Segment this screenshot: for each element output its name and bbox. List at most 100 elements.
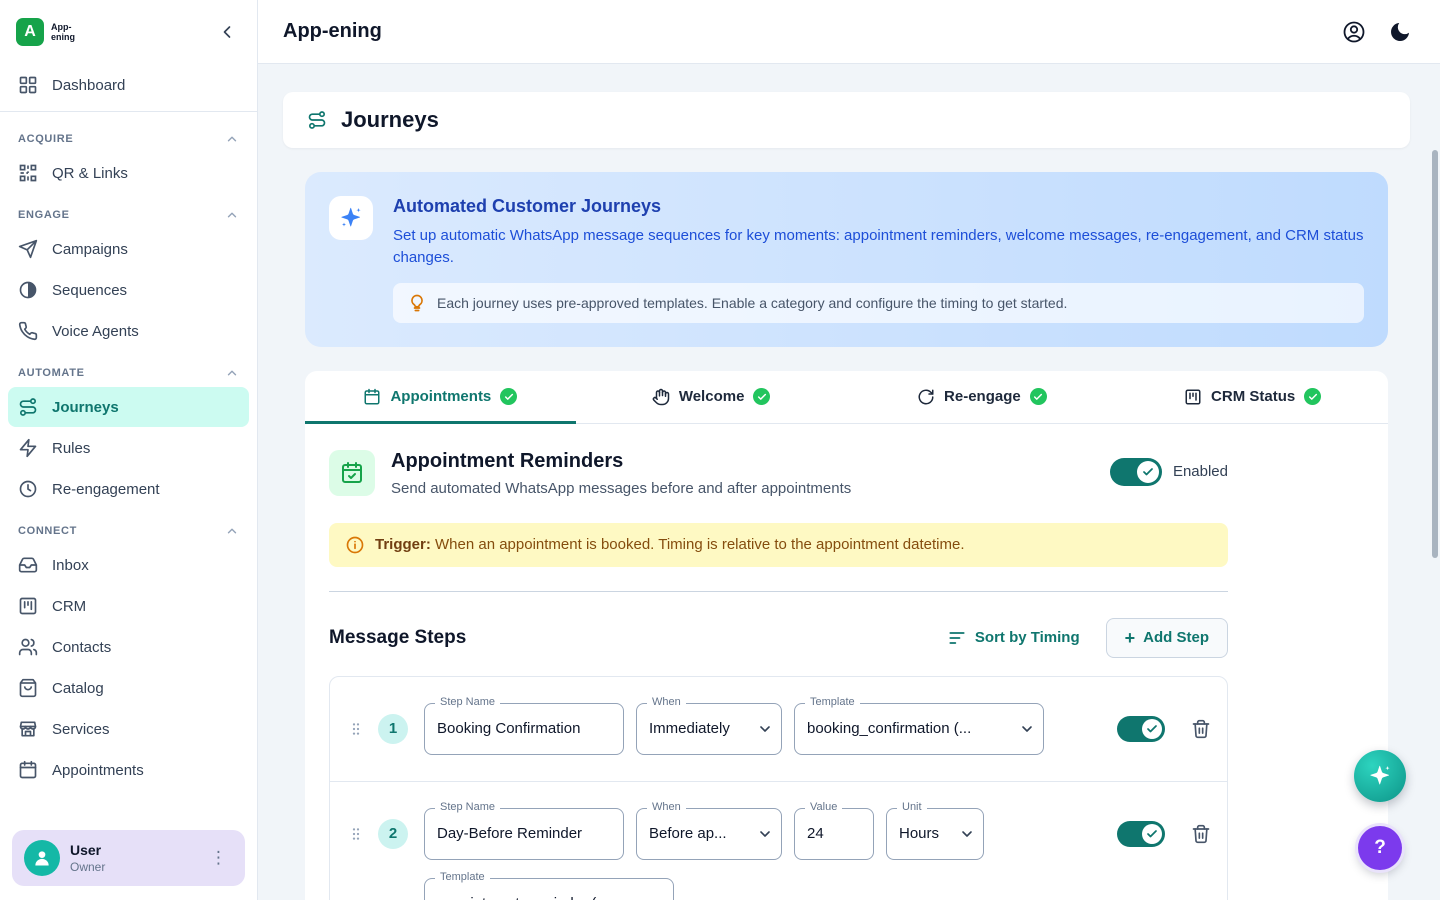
value-field[interactable]: Value [794, 808, 874, 860]
field-label: Value [805, 801, 842, 813]
banner-title: Automated Customer Journeys [393, 196, 1364, 217]
moon-icon [1388, 20, 1412, 44]
sort-by-timing-button[interactable]: Sort by Timing [947, 628, 1080, 648]
logo-text: App-ening [51, 22, 87, 43]
sidebar-section-automate[interactable]: AUTOMATE [0, 352, 257, 386]
tab-label: Welcome [679, 388, 745, 405]
tab-re-engage[interactable]: Re-engage [847, 371, 1118, 423]
sidebar-item-crm[interactable]: CRM [8, 586, 249, 626]
sidebar-item-voice-agents[interactable]: Voice Agents [8, 311, 249, 351]
tab-label: Re-engage [944, 388, 1021, 405]
when-select[interactable]: When Immediately [636, 703, 782, 755]
tab-welcome[interactable]: Welcome [576, 371, 847, 423]
unit-select[interactable]: Unit Hours [886, 808, 984, 860]
sidebar-item-sequences[interactable]: Sequences [8, 270, 249, 310]
sidebar-item-label: Inbox [52, 557, 89, 574]
trash-icon [1191, 824, 1211, 844]
section-label: ACQUIRE [18, 133, 73, 145]
when-value: Immediately [649, 720, 730, 737]
field-line: Template appointment_reminder (... [424, 878, 984, 900]
dark-mode-toggle[interactable] [1388, 20, 1412, 44]
enabled-check-badge [753, 388, 770, 405]
sidebar-item-catalog[interactable]: Catalog [8, 668, 249, 708]
add-step-button[interactable]: + Add Step [1106, 618, 1228, 658]
sidebar-item-contacts[interactable]: Contacts [8, 627, 249, 667]
route-icon [18, 397, 38, 417]
app-logo: A App-ening [16, 18, 87, 46]
step-name-input[interactable] [437, 720, 611, 737]
drag-handle[interactable] [348, 721, 364, 742]
user-role: Owner [70, 860, 194, 874]
drag-handle[interactable] [348, 826, 364, 847]
sidebar-item-re-engagement[interactable]: Re-engagement [8, 469, 249, 509]
account-circle-icon [1342, 20, 1366, 44]
sidebar-section-acquire[interactable]: ACQUIRE [0, 118, 257, 152]
sparkles-icon [1368, 764, 1392, 788]
refresh-icon [917, 388, 935, 406]
sidebar-section-connect[interactable]: CONNECT [0, 510, 257, 544]
template-select[interactable]: Template booking_confirmation (... [794, 703, 1044, 755]
step-name-field[interactable]: Step Name [424, 703, 624, 755]
step-enabled-toggle[interactable] [1117, 716, 1165, 742]
account-button[interactable] [1342, 20, 1366, 44]
template-select[interactable]: Template appointment_reminder (... [424, 878, 674, 900]
delete-step-button[interactable] [1191, 824, 1211, 844]
sidebar-divider [0, 111, 257, 112]
grip-icon [348, 826, 364, 842]
ai-assistant-fab[interactable] [1354, 750, 1406, 802]
delete-step-button[interactable] [1191, 719, 1211, 739]
sparkles-icon [339, 206, 363, 230]
inbox-icon [18, 555, 38, 575]
check-icon [1146, 828, 1158, 840]
field-label: Unit [897, 801, 927, 813]
sidebar-section-engage[interactable]: ENGAGE [0, 194, 257, 228]
value-input[interactable] [807, 825, 861, 842]
field-label: Step Name [435, 801, 500, 813]
user-card[interactable]: User Owner ⋮ [12, 830, 245, 886]
sidebar-item-qr-links[interactable]: QR & Links [8, 153, 249, 193]
scrollbar[interactable] [1432, 150, 1438, 558]
sidebar-item-label: CRM [52, 598, 86, 615]
step-actions [1117, 716, 1211, 742]
crm-icon [18, 596, 38, 616]
tab-appointments[interactable]: Appointments [305, 371, 576, 423]
sidebar-item-campaigns[interactable]: Campaigns [8, 229, 249, 269]
crm-icon [1184, 388, 1202, 406]
when-select[interactable]: When Before ap... [636, 808, 782, 860]
sidebar-item-inbox[interactable]: Inbox [8, 545, 249, 585]
sidebar-item-label: Services [52, 721, 110, 738]
user-menu-button[interactable]: ⋮ [204, 844, 233, 872]
calendar-check-icon [340, 461, 364, 485]
sidebar-collapse-button[interactable] [213, 18, 241, 46]
step-name-input[interactable] [437, 825, 611, 842]
sidebar-item-label: Campaigns [52, 241, 128, 258]
tab-crm-status[interactable]: CRM Status [1117, 371, 1388, 423]
sidebar-item-services[interactable]: Services [8, 709, 249, 749]
category-enabled-toggle[interactable] [1110, 458, 1162, 486]
sidebar-item-label: Voice Agents [52, 323, 139, 340]
calendar-icon [18, 760, 38, 780]
sidebar-item-dashboard[interactable]: Dashboard [8, 65, 249, 105]
plus-icon: + [1125, 629, 1136, 647]
sequence-icon [18, 280, 38, 300]
check-icon [757, 392, 767, 402]
step-name-field[interactable]: Step Name [424, 808, 624, 860]
panel-inner: Appointment Reminders Send automated Wha… [329, 450, 1228, 900]
sidebar-item-rules[interactable]: Rules [8, 428, 249, 468]
sidebar-item-label: Dashboard [52, 77, 125, 94]
sidebar-item-journeys[interactable]: Journeys [8, 387, 249, 427]
step-enabled-toggle[interactable] [1117, 821, 1165, 847]
help-fab[interactable]: ? [1358, 826, 1402, 870]
check-icon [1308, 392, 1318, 402]
check-icon [1142, 466, 1154, 478]
check-icon [1033, 392, 1043, 402]
step-row-1: 1 Step Name [330, 677, 1227, 781]
journeys-card: Appointments Welcome Re-engage [305, 371, 1388, 900]
sidebar-item-appointments[interactable]: Appointments [8, 750, 249, 790]
phone-icon [18, 321, 38, 341]
chevron-left-icon [217, 22, 237, 42]
banner-tip: Each journey uses pre-approved templates… [393, 283, 1364, 323]
question-mark: ? [1374, 837, 1386, 859]
section-label: CONNECT [18, 525, 77, 537]
enabled-check-badge [1304, 388, 1321, 405]
